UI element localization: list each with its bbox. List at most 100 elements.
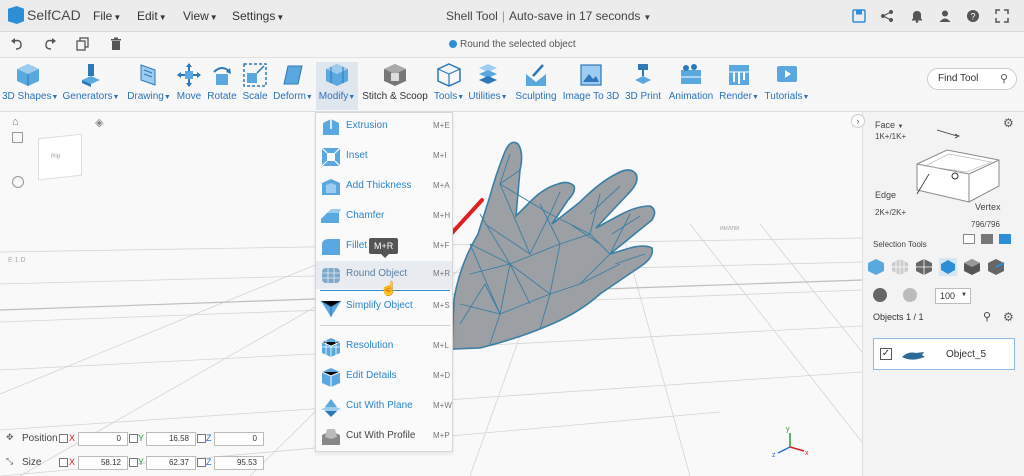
ribbon-modify[interactable]: Modify▼ — [316, 62, 358, 110]
ribbon-tools[interactable]: Tools▼ — [432, 62, 466, 110]
position-x-lock-checkbox[interactable] — [59, 434, 68, 443]
menu-item-simplify-object[interactable]: Simplify Object M+S — [316, 293, 452, 321]
home-view-icon[interactable]: ⌂ — [12, 116, 19, 128]
menu-file[interactable]: File▼ — [93, 9, 121, 23]
select-object-tool-icon[interactable] — [867, 258, 885, 276]
object-list-item[interactable]: ✓ Object_5 — [873, 338, 1015, 370]
ribbon-3d-shapes[interactable]: 3D Shapes▼ — [2, 62, 58, 110]
size-x-lock-checkbox[interactable] — [59, 458, 68, 467]
frame-view-icon[interactable] — [12, 132, 23, 143]
ribbon-image-to-3d[interactable]: Image To 3D — [562, 62, 620, 110]
edge-count: 2K+/2K+ — [875, 208, 907, 217]
animation-icon — [681, 64, 701, 84]
info-icon — [449, 40, 457, 48]
vertex-count: 796/796 — [971, 220, 1000, 229]
menu-view[interactable]: View▼ — [183, 9, 218, 23]
menu-settings[interactable]: Settings▼ — [232, 9, 284, 23]
brush-sphere-icon[interactable] — [873, 288, 887, 302]
find-tool-input[interactable]: Find Tool ⚲ — [927, 68, 1017, 90]
ribbon-stitch-scoop[interactable]: Stitch & Scoop — [361, 62, 429, 110]
save-icon[interactable] — [852, 9, 866, 23]
ribbon-deform[interactable]: Deform▼ — [272, 62, 314, 110]
user-account-icon[interactable] — [938, 9, 952, 23]
size-y-input[interactable]: 62.37 — [146, 456, 196, 470]
utilities-icon — [479, 64, 497, 84]
object-search-icon[interactable]: ⚲ — [983, 310, 991, 323]
menu-item-inset[interactable]: Inset M+I — [316, 143, 452, 171]
cut-with-profile-icon — [322, 429, 340, 445]
tool-ribbon: 3D Shapes▼ Generators▼ Drawing▼ Move Rot… — [0, 58, 1024, 112]
size-y-lock-checkbox[interactable] — [129, 458, 138, 467]
ribbon-3d-print[interactable]: 3D Print — [624, 62, 662, 110]
select-edge-tool-icon[interactable] — [915, 258, 933, 276]
move-handle-icon[interactable]: ✥ — [6, 432, 14, 443]
menu-item-extrusion[interactable]: Extrusion M+E — [316, 113, 452, 141]
ribbon-utilities[interactable]: Utilities▼ — [468, 62, 508, 110]
ribbon-animation[interactable]: Animation — [666, 62, 716, 110]
delete-trash-icon[interactable] — [109, 37, 123, 53]
shortcut-tooltip: M+R — [369, 238, 399, 258]
drawing-icon — [140, 64, 156, 86]
orbit-icon[interactable] — [12, 176, 24, 188]
selfcad-logo-icon — [8, 6, 24, 24]
select-vertex-tool-icon[interactable] — [963, 258, 981, 276]
object-thumbnail-icon — [902, 352, 925, 360]
ribbon-sculpting[interactable]: Sculpting — [514, 62, 558, 110]
position-y-lock-checkbox[interactable] — [129, 434, 138, 443]
menu-item-resolution[interactable]: Resolution M+L — [316, 333, 452, 361]
size-z-lock-checkbox[interactable] — [197, 458, 206, 467]
resize-handle-icon[interactable]: ⤡ — [6, 456, 13, 467]
select-through-icon[interactable] — [981, 234, 993, 244]
ribbon-tutorials[interactable]: Tutorials▼ — [762, 62, 812, 110]
undo-icon[interactable] — [10, 37, 24, 53]
ribbon-move[interactable]: Move — [176, 62, 202, 110]
copy-icon[interactable] — [76, 37, 90, 53]
position-z-lock-checkbox[interactable] — [197, 434, 206, 443]
panel-collapse-chevron-icon[interactable]: › — [851, 114, 865, 128]
face-mode-select[interactable]: Face ▼ — [875, 120, 903, 130]
size-z-input[interactable]: 95.53 — [214, 456, 264, 470]
svg-text:ᴎᴎᴧᴨᴎ: ᴎᴎᴧᴨᴎ — [720, 225, 739, 232]
help-icon[interactable]: ? — [966, 9, 980, 23]
position-z-input[interactable]: 0 — [214, 432, 264, 446]
resolution-icon — [321, 338, 341, 357]
autosave-status: Auto-save in 17 seconds — [508, 9, 641, 23]
select-face-tool-icon[interactable] — [939, 258, 957, 276]
redo-icon[interactable] — [43, 37, 57, 53]
menu-item-chamfer[interactable]: Chamfer M+H — [316, 203, 452, 231]
camera-icon[interactable]: ◈ — [95, 116, 103, 129]
share-icon[interactable] — [880, 9, 894, 23]
select-paint-icon[interactable] — [999, 234, 1011, 244]
ribbon-drawing[interactable]: Drawing▼ — [126, 62, 172, 110]
menu-item-cut-with-profile[interactable]: Cut With Profile M+P — [316, 423, 452, 451]
simplify-object-icon — [320, 300, 342, 317]
app-logo[interactable]: SelfCAD — [8, 6, 81, 24]
brush-size-select[interactable]: 100 ▼ — [935, 288, 971, 304]
ribbon-render[interactable]: Render▼ — [719, 62, 759, 110]
view-cube[interactable]: Rig — [38, 133, 82, 181]
menu-item-cut-with-plane[interactable]: Cut With Plane M+W — [316, 393, 452, 421]
scale-icon — [243, 63, 267, 87]
svg-text:x: x — [805, 450, 809, 457]
ribbon-scale[interactable]: Scale — [241, 62, 269, 110]
brush-pattern-icon[interactable] — [903, 288, 917, 302]
position-y-input[interactable]: 16.58 — [146, 432, 196, 446]
menu-item-add-thickness[interactable]: Add Thickness M+A — [316, 173, 452, 201]
size-z-label: Z — [206, 457, 212, 467]
select-loop-tool-icon[interactable] — [987, 258, 1005, 276]
menu-edit[interactable]: Edit▼ — [137, 9, 167, 23]
hand-cursor-icon: ☝ — [380, 280, 398, 296]
notification-bell-icon[interactable] — [910, 9, 924, 23]
object-list-gear-icon[interactable]: ⚙ — [1003, 310, 1014, 324]
fullscreen-icon[interactable] — [995, 9, 1009, 23]
ribbon-generators[interactable]: Generators▼ — [62, 62, 120, 110]
ribbon-rotate[interactable]: Rotate — [206, 62, 238, 110]
position-x-input[interactable]: 0 — [78, 432, 128, 446]
menu-item-edit-details[interactable]: Edit Details M+D — [316, 363, 452, 391]
select-mesh-tool-icon[interactable] — [891, 258, 909, 276]
image-icon — [580, 64, 602, 86]
object-visibility-checkbox[interactable]: ✓ — [880, 348, 892, 360]
position-x-label: X — [69, 433, 76, 443]
select-visible-icon[interactable] — [963, 234, 975, 244]
size-x-input[interactable]: 58.12 — [78, 456, 128, 470]
